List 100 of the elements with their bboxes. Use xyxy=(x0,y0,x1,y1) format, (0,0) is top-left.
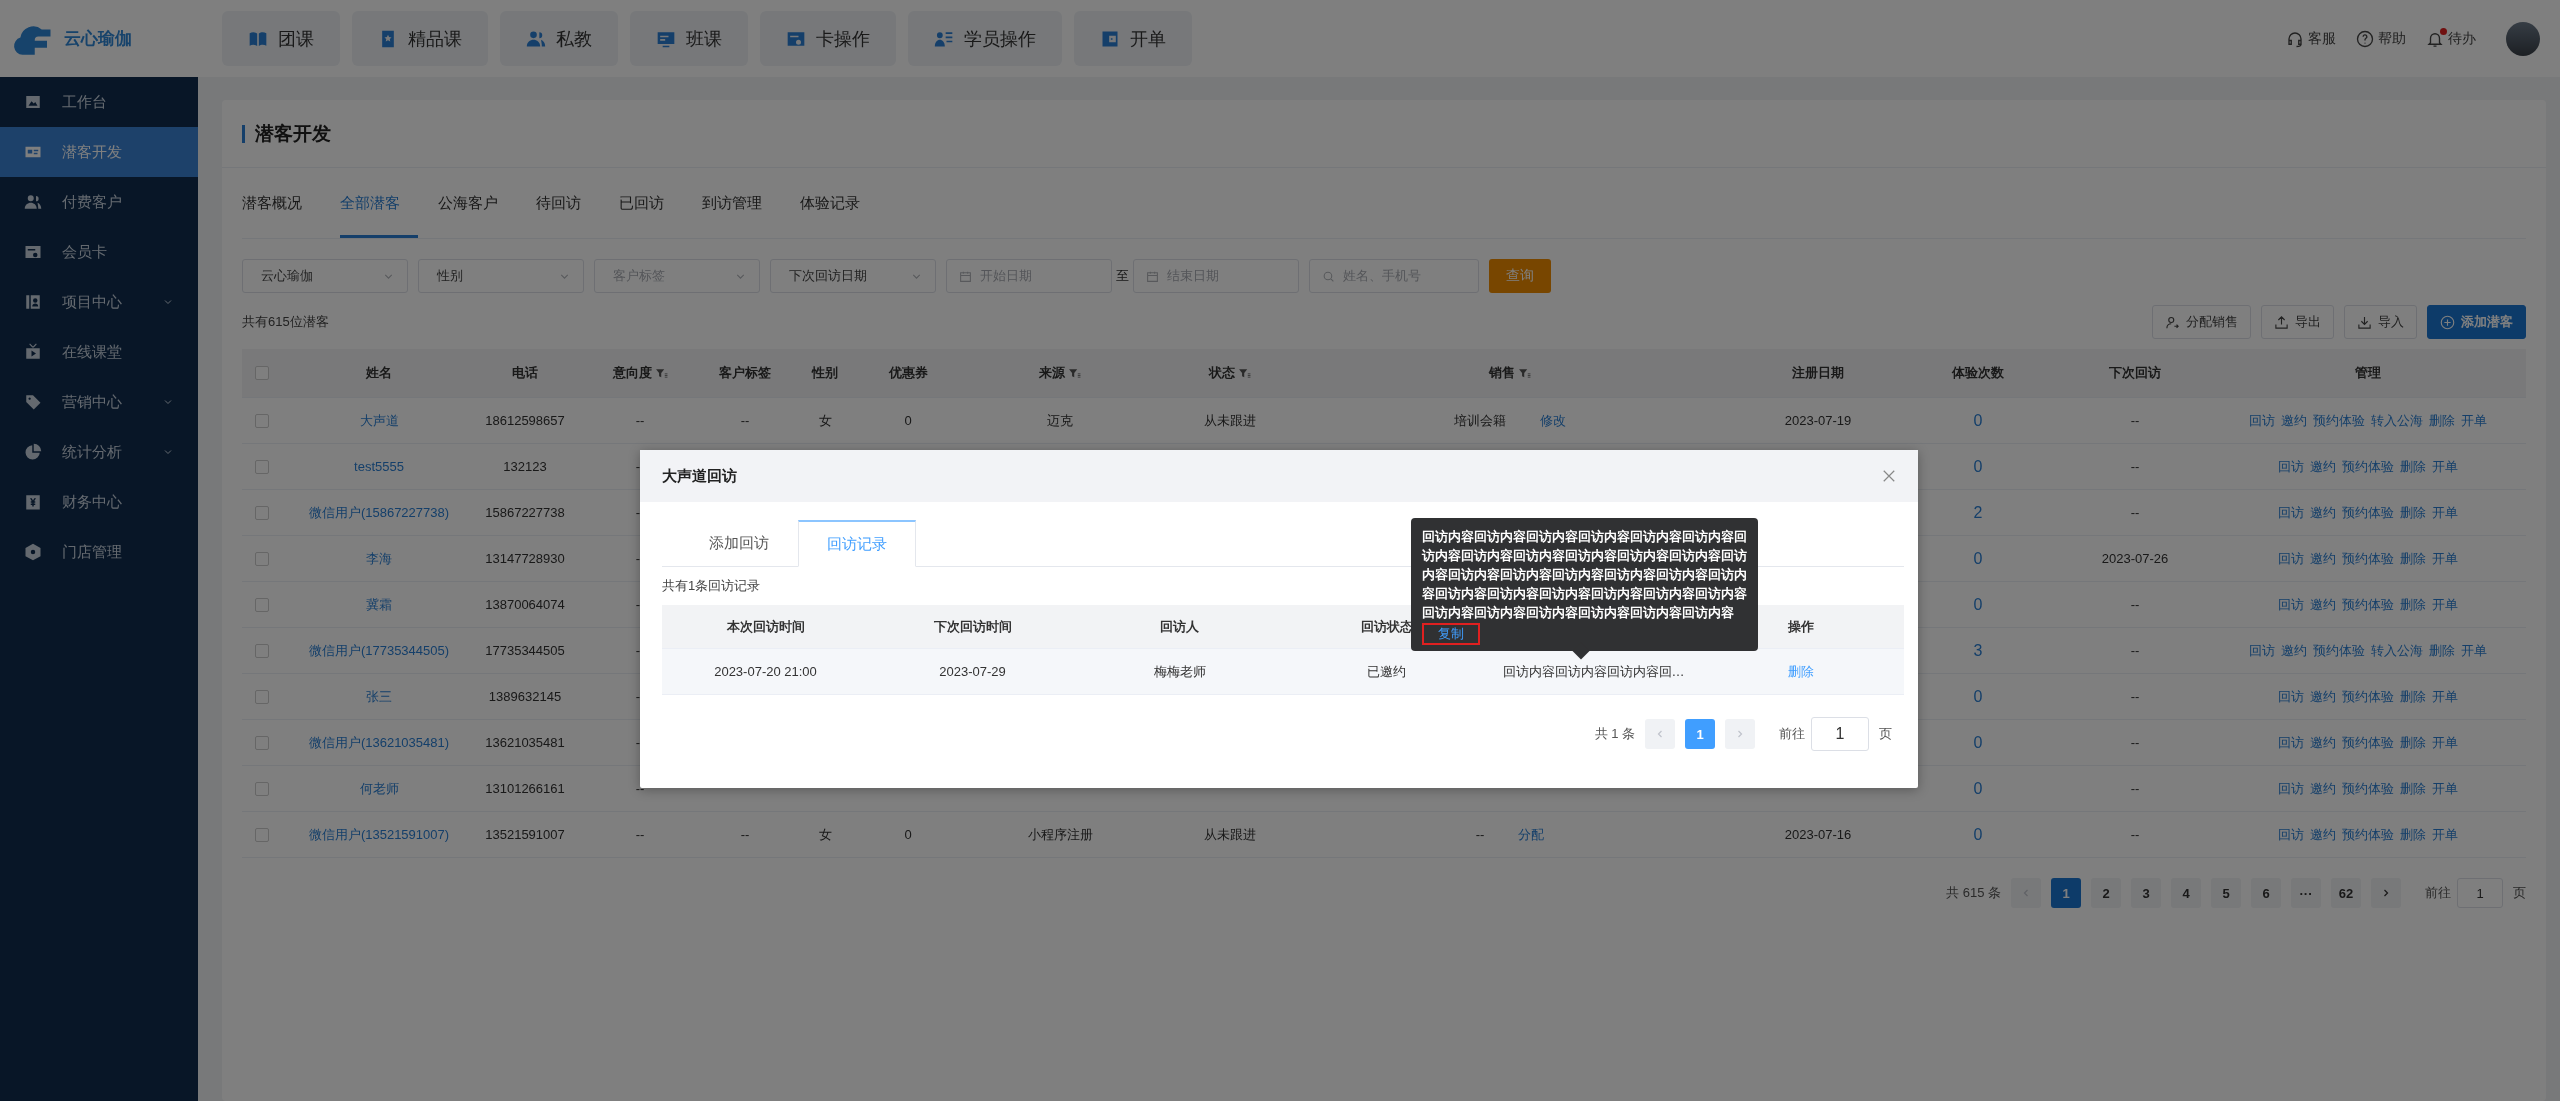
page-button[interactable]: 1 xyxy=(1685,719,1715,749)
action-link[interactable]: 删除 xyxy=(2429,411,2455,430)
top-nav-button[interactable]: 班课 xyxy=(630,11,748,66)
action-link[interactable]: 预约体验 xyxy=(2342,733,2394,752)
customer-name-link[interactable]: 微信用户(13621035481) xyxy=(308,733,450,752)
page-input[interactable]: 1 xyxy=(2457,878,2503,908)
header-link[interactable]: 帮助 xyxy=(2356,29,2406,48)
sidebar-item[interactable]: 付费客户 xyxy=(0,177,198,227)
sidebar-item[interactable]: 潜客开发 xyxy=(0,127,198,177)
action-link[interactable]: 回访 xyxy=(2278,503,2304,522)
action-link[interactable]: 回访 xyxy=(2278,825,2304,844)
action-link[interactable]: 预约体验 xyxy=(2342,687,2394,706)
avatar[interactable] xyxy=(2506,21,2540,56)
sales-link[interactable]: 修改 xyxy=(1540,411,1566,430)
tab[interactable]: 到访管理 xyxy=(702,168,780,238)
trial-count-link[interactable]: 0 xyxy=(1973,411,1983,430)
customer-name-link[interactable]: 李海 xyxy=(366,549,392,568)
action-link[interactable]: 回访 xyxy=(2278,779,2304,798)
sales-link[interactable]: 分配 xyxy=(1518,825,1545,844)
trial-count-link[interactable]: 0 xyxy=(1973,549,1983,568)
action-link[interactable]: 预约体验 xyxy=(2342,779,2394,798)
select-field[interactable]: 性别 xyxy=(418,259,584,293)
sidebar-item[interactable]: 营销中心 xyxy=(0,377,198,427)
action-link[interactable]: 开单 xyxy=(2461,641,2487,660)
action-link[interactable]: 邀约 xyxy=(2281,411,2307,430)
action-link[interactable]: 预约体验 xyxy=(2342,457,2394,476)
action-link[interactable]: 开单 xyxy=(2432,825,2458,844)
sidebar-item[interactable]: 项目中心 xyxy=(0,277,198,327)
checkbox[interactable] xyxy=(255,505,269,520)
action-link[interactable]: 删除 xyxy=(2400,503,2426,522)
page-button[interactable]: 62 xyxy=(2331,878,2361,908)
page-button[interactable]: 2 xyxy=(2091,878,2121,908)
action-link[interactable]: 开单 xyxy=(2432,549,2458,568)
checkbox[interactable] xyxy=(255,689,269,704)
action-link[interactable]: 删除 xyxy=(2400,779,2426,798)
select-field[interactable]: 下次回访日期 xyxy=(770,259,936,293)
action-link[interactable]: 删除 xyxy=(2429,641,2455,660)
action-link[interactable]: 回访 xyxy=(2278,687,2304,706)
checkbox[interactable] xyxy=(255,597,269,612)
customer-name-link[interactable]: 张三 xyxy=(366,687,392,706)
tab[interactable]: 待回访 xyxy=(536,168,599,238)
sidebar-item[interactable]: 统计分析 xyxy=(0,427,198,477)
customer-name-link[interactable]: test5555 xyxy=(354,459,404,474)
header-link[interactable]: 待办 xyxy=(2426,29,2476,48)
action-link[interactable]: 邀约 xyxy=(2310,733,2336,752)
filter-icon[interactable] xyxy=(654,366,668,380)
action-link[interactable]: 删除 xyxy=(2400,549,2426,568)
action-link[interactable]: 删除 xyxy=(2400,733,2426,752)
query-button[interactable]: 查询 xyxy=(1489,259,1551,293)
page-button[interactable]: 5 xyxy=(2211,878,2241,908)
trial-count-link[interactable]: 0 xyxy=(1973,595,1983,614)
checkbox[interactable] xyxy=(255,459,269,474)
customer-name-link[interactable]: 微信用户(17735344505) xyxy=(308,641,450,660)
checkbox[interactable] xyxy=(255,643,269,658)
toolbar-button[interactable]: 分配销售 xyxy=(2152,305,2251,339)
trial-count-link[interactable]: 0 xyxy=(1973,687,1983,706)
action-link[interactable]: 预约体验 xyxy=(2313,411,2365,430)
customer-name-link[interactable]: 大声道 xyxy=(359,411,399,430)
action-link[interactable]: 预约体验 xyxy=(2342,825,2394,844)
action-link[interactable]: 转入公海 xyxy=(2371,641,2423,660)
action-link[interactable]: 回访 xyxy=(2278,457,2304,476)
action-link[interactable]: 邀约 xyxy=(2310,779,2336,798)
copy-link[interactable]: 复制 xyxy=(1422,623,1480,645)
action-link[interactable]: 开单 xyxy=(2461,411,2487,430)
action-link[interactable]: 预约体验 xyxy=(2342,549,2394,568)
toolbar-button[interactable]: 添加潜客 xyxy=(2427,305,2526,339)
action-link[interactable]: 回访 xyxy=(2249,411,2275,430)
tab[interactable]: 全部潜客 xyxy=(340,168,418,238)
tab[interactable]: 回访记录 xyxy=(798,520,916,567)
action-link[interactable]: 删除 xyxy=(2400,825,2426,844)
checkbox[interactable] xyxy=(255,735,269,750)
action-link[interactable]: 开单 xyxy=(2432,733,2458,752)
page-button[interactable]: 1 xyxy=(2051,878,2081,908)
action-link[interactable]: 邀约 xyxy=(2281,641,2307,660)
action-link[interactable]: 删除 xyxy=(2400,595,2426,614)
action-link[interactable]: 回访 xyxy=(2249,641,2275,660)
checkbox[interactable] xyxy=(255,551,269,566)
sidebar-item[interactable]: 在线课堂 xyxy=(0,327,198,377)
trial-count-link[interactable]: 2 xyxy=(1973,503,1983,522)
action-link[interactable]: 邀约 xyxy=(2310,825,2336,844)
action-link[interactable]: 邀约 xyxy=(2310,687,2336,706)
top-nav-button[interactable]: 精品课 xyxy=(352,11,488,66)
top-nav-button[interactable]: 学员操作 xyxy=(908,11,1062,66)
header-link[interactable]: 客服 xyxy=(2286,29,2336,48)
action-link[interactable]: 预约体验 xyxy=(2342,503,2394,522)
action-link[interactable]: 邀约 xyxy=(2310,595,2336,614)
sidebar-item[interactable]: 工作台 xyxy=(0,77,198,127)
action-link[interactable]: 开单 xyxy=(2432,503,2458,522)
top-nav-button[interactable]: 私教 xyxy=(500,11,618,66)
trial-count-link[interactable]: 0 xyxy=(1973,733,1983,752)
trial-count-link[interactable]: 0 xyxy=(1973,779,1983,798)
action-link[interactable]: 开单 xyxy=(2432,687,2458,706)
page-input[interactable]: 1 xyxy=(1811,717,1869,751)
top-nav-button[interactable]: 卡操作 xyxy=(760,11,896,66)
toolbar-button[interactable]: 导入 xyxy=(2344,305,2417,339)
top-nav-button[interactable]: 开单 xyxy=(1074,11,1192,66)
filter-icon[interactable] xyxy=(1068,366,1081,380)
trial-count-link[interactable]: 3 xyxy=(1973,641,1983,660)
trial-count-link[interactable]: 0 xyxy=(1973,825,1983,844)
sidebar-item[interactable]: 财务中心 xyxy=(0,477,198,527)
